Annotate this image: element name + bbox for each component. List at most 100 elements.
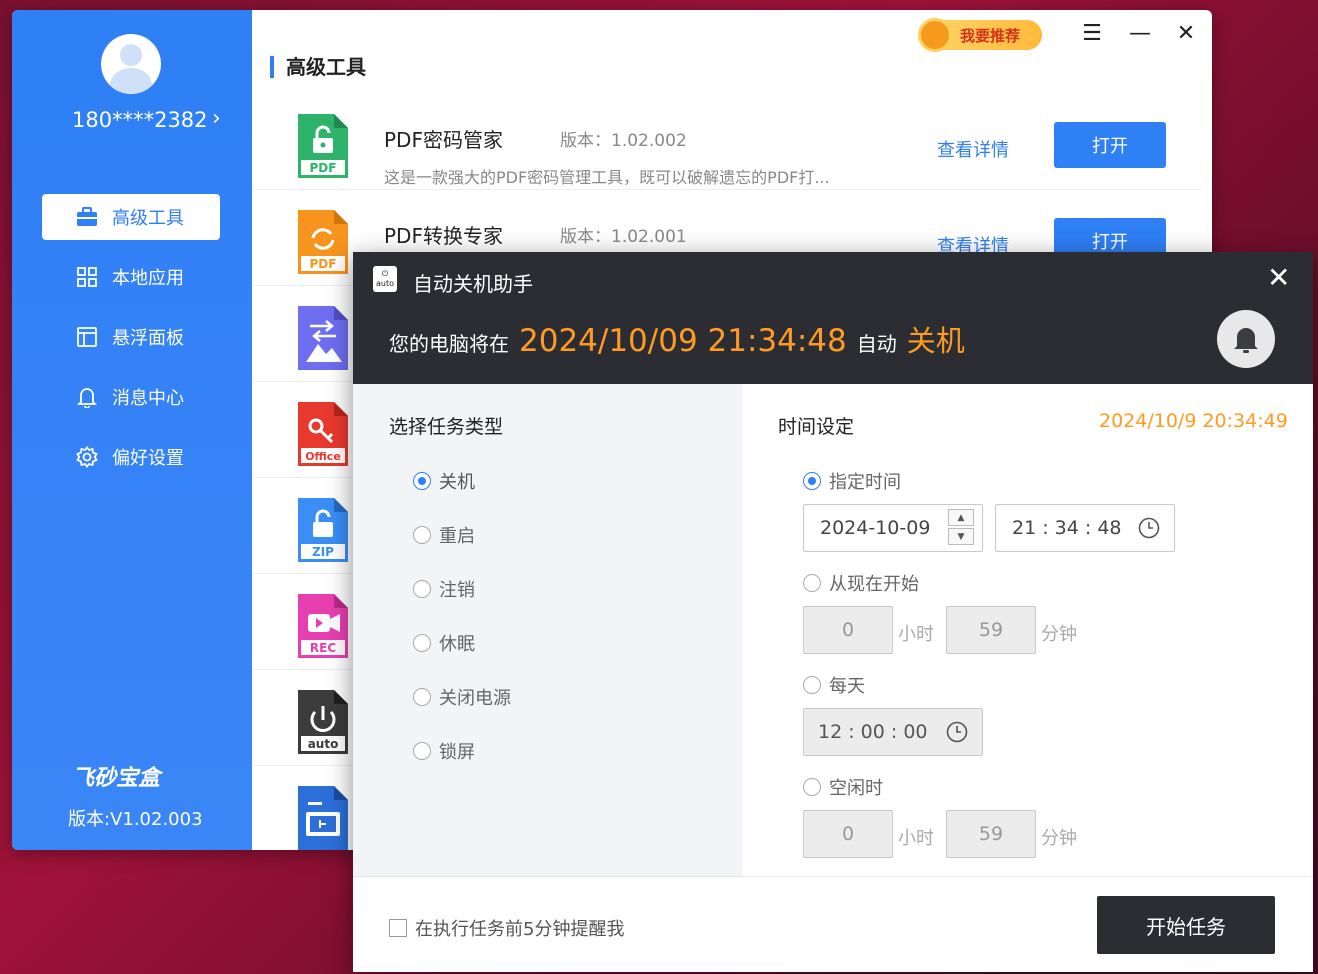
radio-from-now[interactable]: 从现在开始 — [803, 570, 919, 596]
sidebar-item-preferences[interactable]: 偏好设置 — [42, 434, 220, 480]
time-setting-panel: 时间设定 指定时间 2024-10-09 ▲ ▼ 21 : 34 : 48 从现在… — [743, 384, 1313, 876]
bell-icon — [1234, 328, 1258, 353]
date-input[interactable]: 2024-10-09 ▲ ▼ — [803, 504, 983, 552]
chevron-right-icon[interactable]: › — [212, 106, 221, 131]
sidebar-item-label: 悬浮面板 — [112, 328, 184, 349]
radio-label: 指定时间 — [829, 472, 901, 493]
dialog-header: ⏻ auto 自动关机助手 ✕ 您的电脑将在 2024/10/09 21:34:4… — [353, 252, 1313, 384]
radio-label: 关机 — [439, 472, 475, 493]
clock-icon — [1138, 517, 1160, 539]
date-stepper[interactable]: ▲ ▼ — [948, 509, 976, 547]
unit-hour: 小时 — [898, 828, 934, 849]
recommend-button[interactable]: 我要推荐 — [918, 18, 1042, 52]
app-description: 这是一款强大的PDF密码管理工具，既可以破解遗忘的PDF打... — [384, 168, 830, 187]
app-version: 版本：1.02.001 — [560, 227, 687, 247]
image-convert-icon — [298, 306, 348, 370]
dialog-logo-label: auto — [375, 279, 394, 288]
app-version: 版本:V1.02.003 — [68, 809, 203, 830]
office-key-icon: Office — [298, 402, 348, 466]
sidebar-item-label: 消息中心 — [112, 388, 184, 409]
icon-label: Office — [305, 450, 341, 463]
radio-label: 从现在开始 — [829, 574, 919, 595]
down-arrow-icon[interactable]: ▼ — [948, 528, 974, 545]
radio-sleep[interactable]: 休眠 — [413, 630, 475, 656]
radio-specified-time[interactable]: 指定时间 — [803, 468, 901, 494]
bell-icon — [76, 386, 98, 408]
from-now-minutes-input[interactable]: 59 — [946, 606, 1036, 654]
daily-time-input[interactable]: 12 : 00 : 00 — [803, 708, 983, 756]
radio-label: 休眠 — [439, 634, 475, 655]
dialog-footer: 在执行任务前5分钟提醒我 开始任务 — [353, 876, 1313, 972]
open-button[interactable]: 打开 — [1054, 122, 1166, 168]
sidebar-item-messages[interactable]: 消息中心 — [42, 374, 220, 420]
sidebar-item-label: 本地应用 — [112, 268, 184, 289]
avatar[interactable] — [101, 34, 161, 94]
pdf-lock-icon: PDF — [298, 114, 348, 178]
remind-checkbox[interactable]: 在执行任务前5分钟提醒我 — [389, 915, 624, 941]
radio-power-off[interactable]: 关闭电源 — [413, 684, 511, 710]
recommend-label: 我要推荐 — [960, 26, 1021, 45]
unit-minute: 分钟 — [1041, 828, 1077, 849]
user-phone[interactable]: 180****2382 — [72, 108, 208, 132]
sidebar-item-advanced-tools[interactable]: 高级工具 — [42, 194, 220, 240]
close-icon[interactable]: ✕ — [1267, 264, 1290, 292]
idle-hours-input[interactable]: 0 — [803, 810, 893, 858]
auto-shutdown-icon: auto — [298, 690, 348, 754]
from-now-hours-input[interactable]: 0 — [803, 606, 893, 654]
sidebar-item-label: 偏好设置 — [112, 448, 184, 469]
up-arrow-icon[interactable]: ▲ — [948, 509, 974, 526]
msg-mid: 自动 — [856, 332, 897, 356]
section-title: 高级工具 — [270, 56, 366, 78]
msg-time: 2024/10/09 21:34:48 — [519, 323, 847, 359]
idle-minutes-input[interactable]: 59 — [946, 810, 1036, 858]
msg-prefix: 您的电脑将在 — [389, 332, 509, 356]
brand-logo: 飞砂宝盒 — [72, 766, 161, 791]
radio-logoff[interactable]: 注销 — [413, 576, 475, 602]
radio-restart[interactable]: 重启 — [413, 522, 475, 548]
task-type-title: 选择任务类型 — [389, 416, 504, 438]
power-icon: ⏻ auto — [373, 266, 397, 292]
app-name: PDF转换专家 — [384, 224, 503, 248]
radio-label: 重启 — [439, 526, 475, 547]
bell-button[interactable] — [1217, 310, 1275, 368]
view-details-link[interactable]: 查看详情 — [937, 136, 1009, 162]
radio-label: 空闲时 — [829, 778, 883, 799]
minimize-icon[interactable]: — — [1128, 22, 1152, 46]
toolbox-icon — [76, 206, 98, 228]
time-input[interactable]: 21 : 34 : 48 — [995, 504, 1175, 552]
msg-action: 关机 — [906, 324, 965, 358]
clock-icon — [946, 721, 968, 743]
unit-minute: 分钟 — [1041, 624, 1077, 645]
current-time: 2024/10/9 20:34:49 — [1099, 410, 1288, 432]
radio-label: 关闭电源 — [439, 688, 511, 709]
dialog-title: 自动关机助手 — [413, 272, 533, 296]
zip-lock-icon: ZIP — [298, 498, 348, 562]
radio-shutdown[interactable]: 关机 — [413, 468, 475, 494]
sidebar-item-local-apps[interactable]: 本地应用 — [42, 254, 220, 300]
app-version: 版本：1.02.002 — [560, 131, 687, 151]
start-task-button[interactable]: 开始任务 — [1097, 896, 1275, 954]
gear-icon — [76, 446, 98, 468]
icon-label: auto — [308, 737, 339, 751]
icon-label: REC — [310, 641, 336, 655]
pdf-convert-icon: PDF — [298, 210, 348, 274]
sidebar-item-floating-panel[interactable]: 悬浮面板 — [42, 314, 220, 360]
radio-idle[interactable]: 空闲时 — [803, 774, 883, 800]
remote-desktop-icon — [298, 786, 348, 850]
app-row: PDF PDF密码管家 版本：1.02.002 这是一款强大的PDF密码管理工具… — [252, 94, 1202, 190]
radio-daily[interactable]: 每天 — [803, 672, 865, 698]
radio-lock[interactable]: 锁屏 — [413, 738, 475, 764]
daily-time-value: 12 : 00 : 00 — [818, 721, 928, 743]
app-name: PDF密码管家 — [384, 128, 503, 152]
close-icon[interactable]: ✕ — [1174, 22, 1198, 46]
medal-icon — [918, 18, 952, 52]
time-value: 21 : 34 : 48 — [1012, 517, 1122, 539]
radio-label: 注销 — [439, 580, 475, 601]
svg-text:PDF: PDF — [310, 161, 337, 175]
auto-shutdown-dialog: ⏻ auto 自动关机助手 ✕ 您的电脑将在 2024/10/09 21:34:4… — [353, 252, 1313, 972]
unit-hour: 小时 — [898, 624, 934, 645]
sidebar: 180****2382 › 高级工具 本地应用 悬浮面板 消息中心 偏好设置 飞… — [12, 10, 252, 850]
menu-icon[interactable]: ☰ — [1080, 22, 1104, 46]
task-type-panel: 选择任务类型 关机 重启 注销 休眠 关闭电源 锁屏 — [353, 384, 743, 876]
svg-text:PDF: PDF — [310, 257, 337, 271]
